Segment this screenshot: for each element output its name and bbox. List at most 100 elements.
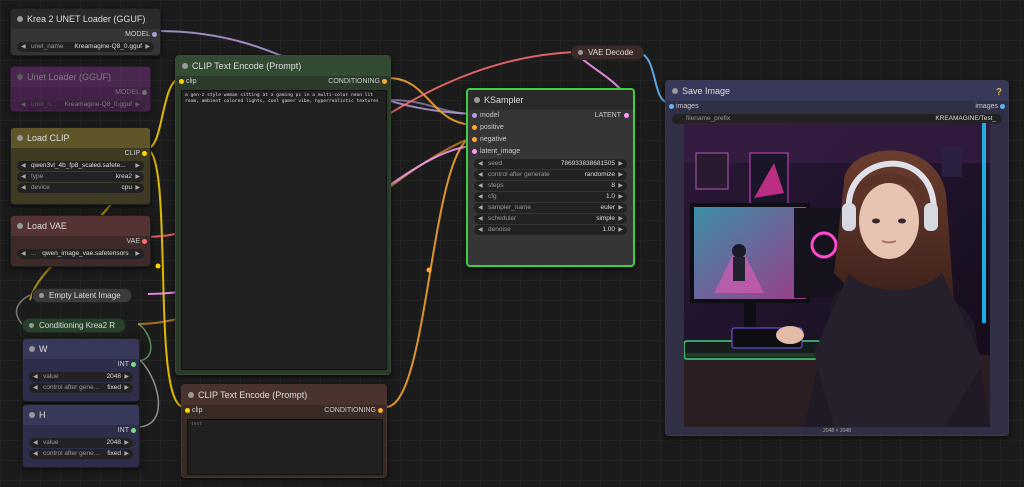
arrow-left-icon[interactable]: ◀ — [478, 203, 483, 213]
arrow-right-icon[interactable]: ▶ — [135, 172, 140, 182]
arrow-left-icon[interactable]: ◀ — [478, 181, 483, 191]
combo-widget-type[interactable]: ◀ type krea2 ▶ — [17, 172, 144, 182]
arrow-left-icon[interactable]: ◀ — [478, 159, 483, 169]
node-title[interactable]: H — [23, 405, 139, 425]
arrow-left-icon[interactable]: ◀ — [478, 192, 483, 202]
collapse-dot-icon[interactable] — [29, 412, 35, 418]
arrow-right-icon[interactable]: ▶ — [135, 100, 140, 110]
slot-dot-icon[interactable] — [472, 149, 477, 154]
arrow-left-icon[interactable]: ◀ — [478, 225, 483, 235]
input-slot-latent-image[interactable]: latent_image — [468, 146, 633, 158]
number-widget-cfg[interactable]: ◀ cfg 1.0 ▶ — [474, 192, 627, 202]
input-slot-images[interactable]: images — [676, 101, 699, 113]
node-title[interactable]: W — [23, 339, 139, 359]
number-widget-denoise[interactable]: ◀ denoise 1.00 ▶ — [474, 225, 627, 235]
slot-dot-icon[interactable] — [179, 79, 184, 84]
arrow-right-icon[interactable]: ▶ — [618, 181, 623, 191]
arrow-left-icon[interactable]: ◀ — [21, 161, 26, 171]
slot-dot-icon[interactable] — [131, 428, 136, 433]
arrow-left-icon[interactable]: ◀ — [33, 438, 38, 448]
slot-dot-icon[interactable] — [624, 113, 629, 118]
arrow-right-icon[interactable]: ▶ — [618, 214, 623, 224]
arrow-right-icon[interactable]: ▶ — [135, 161, 140, 171]
node-clip-text-encode-positive[interactable]: CLIP Text Encode (Prompt) clip CONDITION… — [175, 55, 391, 375]
arrow-left-icon[interactable]: ◀ — [21, 42, 26, 52]
image-preview[interactable] — [684, 123, 990, 427]
slot-dot-icon[interactable] — [378, 408, 383, 413]
combo-widget-unet-name[interactable]: ◀ unet_name Kreamagine-Q8_0.gguf ▶ — [17, 42, 154, 52]
arrow-right-icon[interactable]: ▶ — [618, 225, 623, 235]
arrow-right-icon[interactable]: ▶ — [124, 449, 129, 459]
slot-dot-icon[interactable] — [472, 137, 477, 142]
number-widget-seed[interactable]: ◀ seed 786933838681505 ▶ — [474, 159, 627, 169]
arrow-right-icon[interactable]: ▶ — [618, 203, 623, 213]
combo-widget-vae-name[interactable]: ◀ ... qwen_image_vae.safetensors ▶ — [17, 249, 144, 259]
collapse-dot-icon[interactable] — [17, 74, 23, 80]
slot-dot-icon[interactable] — [185, 408, 190, 413]
slot-dot-icon[interactable] — [669, 104, 674, 109]
input-slot-clip[interactable]: clip — [176, 76, 197, 88]
node-unet-loader[interactable]: Krea 2 UNET Loader (GGUF) MODEL ◀ unet_n… — [10, 8, 161, 56]
slot-dot-icon[interactable] — [472, 125, 477, 130]
output-slot-latent[interactable]: LATENT — [595, 110, 621, 122]
combo-widget-control[interactable]: ◀ control after gene... fixed ▶ — [29, 383, 133, 393]
output-slot-model[interactable]: MODEL — [11, 87, 150, 99]
collapse-dot-icon[interactable] — [578, 50, 583, 55]
number-widget-steps[interactable]: ◀ steps 8 ▶ — [474, 181, 627, 191]
collapse-dot-icon[interactable] — [188, 392, 194, 398]
node-unet-loader-bypassed[interactable]: Unet Loader (GGUF) MODEL ◀ unet_n... Kre… — [10, 66, 151, 112]
arrow-left-icon[interactable]: ◀ — [21, 172, 26, 182]
slot-dot-icon[interactable] — [142, 151, 147, 156]
combo-widget-sampler-name[interactable]: ◀ sampler_name euler ▶ — [474, 203, 627, 213]
node-title[interactable]: Save Image ? — [666, 81, 1008, 101]
node-load-clip[interactable]: Load CLIP CLIP ◀ qwen3vl_4b_fp8_scaled.s… — [10, 127, 151, 205]
input-slot-model[interactable]: model — [480, 110, 499, 122]
collapse-dot-icon[interactable] — [672, 88, 678, 94]
node-load-vae[interactable]: Load VAE VAE ◀ ... qwen_image_vae.safete… — [10, 215, 151, 267]
collapse-dot-icon[interactable] — [29, 346, 35, 352]
collapse-dot-icon[interactable] — [182, 63, 188, 69]
node-title[interactable]: CLIP Text Encode (Prompt) — [176, 56, 390, 76]
slot-dot-icon[interactable] — [131, 362, 136, 367]
input-slot-negative[interactable]: negative — [468, 134, 633, 146]
slot-dot-icon[interactable] — [1000, 104, 1005, 109]
slot-dot-icon[interactable] — [472, 113, 477, 118]
arrow-left-icon[interactable]: ◀ — [21, 249, 26, 259]
prompt-textarea-negative[interactable]: text — [187, 419, 383, 475]
node-title[interactable]: Krea 2 UNET Loader (GGUF) — [11, 9, 160, 29]
combo-widget-control-after-generate[interactable]: ◀ control after generate randomize ▶ — [474, 170, 627, 180]
node-w[interactable]: W INT ◀ value 2048 ▶ ◀ control after gen… — [22, 338, 140, 402]
collapse-dot-icon[interactable] — [39, 293, 44, 298]
arrow-left-icon[interactable]: ◀ — [33, 449, 38, 459]
output-slot-conditioning[interactable]: CONDITIONING — [328, 76, 380, 88]
arrow-right-icon[interactable]: ▶ — [124, 438, 129, 448]
arrow-right-icon[interactable]: ▶ — [618, 192, 623, 202]
node-clip-text-encode-negative[interactable]: CLIP Text Encode (Prompt) clip CONDITION… — [181, 384, 387, 478]
node-title[interactable]: CLIP Text Encode (Prompt) — [182, 385, 386, 405]
arrow-left-icon[interactable]: ◀ — [478, 214, 483, 224]
arrow-right-icon[interactable]: ▶ — [135, 249, 140, 259]
combo-widget-unet-name[interactable]: ◀ unet_n... Kreamagine-Q8_0.gguf ▶ — [17, 100, 144, 110]
combo-widget-device[interactable]: ◀ device cpu ▶ — [17, 183, 144, 193]
node-save-image[interactable]: Save Image ? images images filename_pref… — [665, 80, 1009, 436]
arrow-right-icon[interactable]: ▶ — [145, 42, 150, 52]
collapse-dot-icon[interactable] — [474, 97, 480, 103]
input-slot-positive[interactable]: positive — [468, 122, 633, 134]
collapse-dot-icon[interactable] — [17, 16, 23, 22]
arrow-right-icon[interactable]: ▶ — [618, 170, 623, 180]
node-h[interactable]: H INT ◀ value 2048 ▶ ◀ control after gen… — [22, 404, 140, 468]
node-conditioning-collapsed[interactable]: Conditioning Krea2 R — [22, 318, 127, 333]
prompt-textarea[interactable]: a gen-z style woman sitting at a gaming … — [181, 90, 387, 370]
combo-widget-scheduler[interactable]: ◀ scheduler simple ▶ — [474, 214, 627, 224]
slot-dot-icon[interactable] — [382, 79, 387, 84]
help-icon[interactable]: ? — [996, 83, 1002, 101]
output-slot-int[interactable]: INT — [23, 425, 139, 437]
number-widget-value[interactable]: ◀ value 2048 ▶ — [29, 438, 133, 448]
output-slot-clip[interactable]: CLIP — [11, 148, 150, 160]
arrow-left-icon[interactable]: ◀ — [478, 170, 483, 180]
collapse-dot-icon[interactable] — [17, 223, 23, 229]
arrow-right-icon[interactable]: ▶ — [124, 372, 129, 382]
node-title[interactable]: Load VAE — [11, 216, 150, 236]
node-title[interactable]: Load CLIP — [11, 128, 150, 148]
output-slot-conditioning[interactable]: CONDITIONING — [324, 405, 376, 417]
